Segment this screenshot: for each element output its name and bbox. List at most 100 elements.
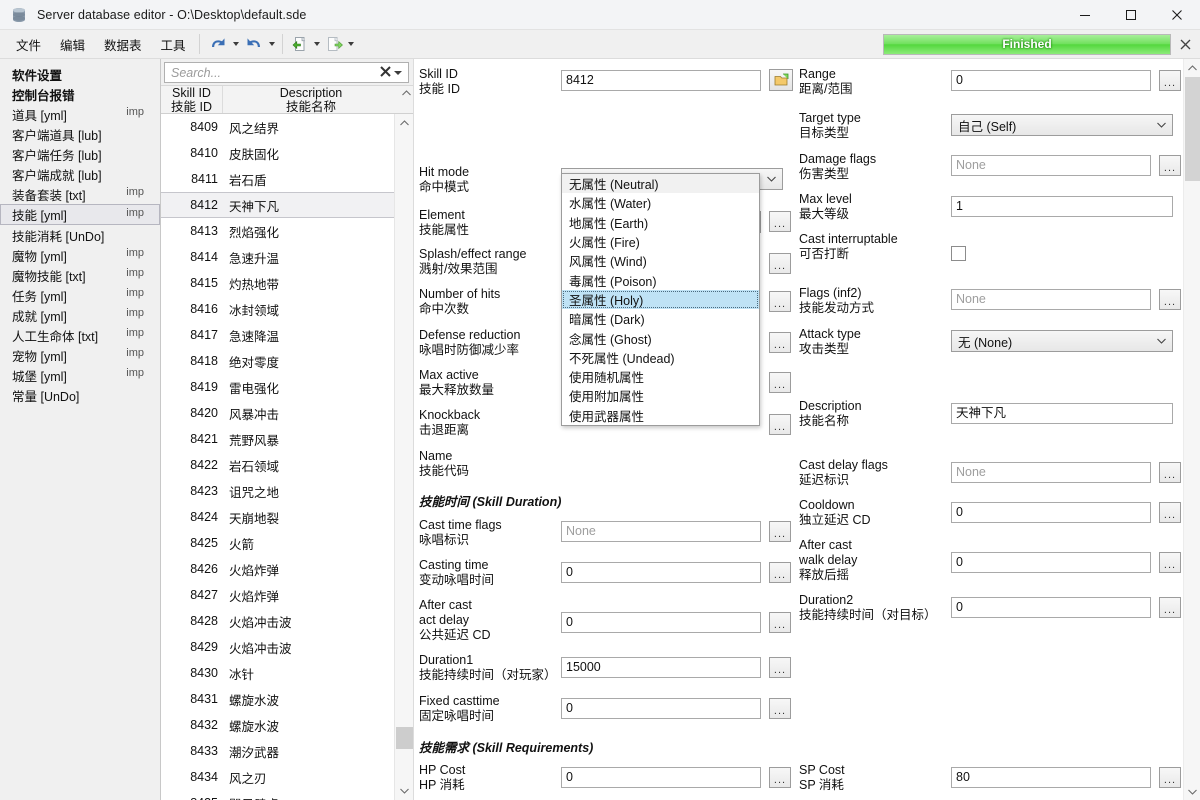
input-casting-time[interactable]: 0 — [561, 562, 761, 583]
menu-edit[interactable]: 编辑 — [52, 31, 93, 58]
list-scrollbar[interactable] — [394, 114, 413, 800]
table-row[interactable]: 8434风之刃 — [161, 764, 394, 790]
list-body[interactable]: 8409风之结界8410皮肤固化8411岩石盾8412天神下凡8413烈焰强化8… — [161, 114, 394, 800]
cooldown-browse-button[interactable]: ... — [1159, 502, 1181, 523]
after-cast-act-delay-browse-button[interactable]: ... — [769, 612, 791, 633]
dropdown-option-7[interactable]: 暗属性 (Dark) — [562, 309, 759, 328]
table-row[interactable]: 8413烈焰强化 — [161, 218, 394, 244]
input-after-cast-act-delay[interactable]: 0 — [561, 612, 761, 633]
maximize-button[interactable] — [1108, 0, 1154, 30]
table-row[interactable]: 8423诅咒之地 — [161, 478, 394, 504]
table-row[interactable]: 8425火箭 — [161, 530, 394, 556]
casting-time-browse-button[interactable]: ... — [769, 562, 791, 583]
cast-time-flags-browse-button[interactable]: ... — [769, 521, 791, 542]
combo-attack-type[interactable]: 无 (None) — [951, 330, 1173, 352]
sidebar-item-13[interactable]: 人工生命体 [txt]imp — [0, 325, 160, 345]
table-row[interactable]: 8430冰针 — [161, 660, 394, 686]
defense-reduction-browse-button[interactable]: ... — [769, 332, 791, 353]
dropdown-option-5[interactable]: 毒属性 (Poison) — [562, 270, 759, 289]
input-duration1[interactable]: 15000 — [561, 657, 761, 678]
input-after-cast-walk-delay[interactable]: 0 — [951, 552, 1151, 573]
import-icon[interactable] — [288, 31, 312, 57]
table-row[interactable]: 8421荒野风暴 — [161, 426, 394, 452]
export-chevron-down-icon[interactable] — [346, 42, 356, 46]
export-icon[interactable] — [322, 31, 346, 57]
table-row[interactable]: 8409风之结界 — [161, 114, 394, 140]
list-scrollbar-thumb[interactable] — [396, 727, 413, 749]
table-row[interactable]: 8418绝对零度 — [161, 348, 394, 374]
dropdown-option-4[interactable]: 风属性 (Wind) — [562, 251, 759, 270]
scroll-up-icon[interactable] — [395, 114, 414, 132]
flags-inf2-browse-button[interactable]: ... — [1159, 289, 1181, 310]
detail-scroll-up-icon[interactable] — [1184, 59, 1200, 76]
sidebar-item-16[interactable]: 常量 [UnDo] — [0, 385, 160, 405]
minimize-button[interactable] — [1062, 0, 1108, 30]
table-row[interactable]: 8433潮汐武器 — [161, 738, 394, 764]
table-row[interactable]: 8431螺旋水波 — [161, 686, 394, 712]
clear-x-icon[interactable] — [378, 66, 392, 80]
column-header-description[interactable]: Description 技能名称 — [223, 86, 399, 113]
table-row[interactable]: 8427火焰炸弹 — [161, 582, 394, 608]
close-button[interactable] — [1154, 0, 1200, 30]
input-flags-inf2[interactable]: None — [951, 289, 1151, 310]
detail-scrollbar-thumb[interactable] — [1185, 77, 1200, 181]
sidebar-item-12[interactable]: 成就 [yml]imp — [0, 305, 160, 325]
sidebar-item-3[interactable]: 客户端道具 [lub] — [0, 124, 160, 144]
table-row[interactable]: 8429火焰冲击波 — [161, 634, 394, 660]
dropdown-option-12[interactable]: 使用武器属性 — [562, 406, 759, 425]
detail-scroll-down-icon[interactable] — [1184, 783, 1200, 800]
table-row[interactable]: 8416冰封领域 — [161, 296, 394, 322]
input-hp-cost[interactable]: 0 — [561, 767, 761, 788]
element-browse-button[interactable]: ... — [769, 211, 791, 232]
sidebar-item-7[interactable]: 技能 [yml]imp — [0, 204, 160, 225]
open-icon[interactable] — [769, 69, 793, 91]
damage-flags-browse-button[interactable]: ... — [1159, 155, 1181, 176]
table-row[interactable]: 8412天神下凡 — [161, 192, 394, 218]
input-skill-id[interactable]: 8412 — [561, 70, 761, 91]
number-of-hits-browse-button[interactable]: ... — [769, 291, 791, 312]
sidebar-item-0[interactable]: 软件设置 — [0, 64, 160, 84]
sidebar-item-14[interactable]: 宠物 [yml]imp — [0, 345, 160, 365]
sidebar-item-2[interactable]: 道具 [yml]imp — [0, 104, 160, 124]
duration2-browse-button[interactable]: ... — [1159, 597, 1181, 618]
menu-datatable[interactable]: 数据表 — [96, 31, 150, 58]
table-row[interactable]: 8414急速升温 — [161, 244, 394, 270]
cast-delay-flags-browse-button[interactable]: ... — [1159, 462, 1181, 483]
table-row[interactable]: 8411岩石盾 — [161, 166, 394, 192]
input-cooldown[interactable]: 0 — [951, 502, 1151, 523]
undo-icon[interactable] — [205, 31, 231, 57]
dropdown-option-9[interactable]: 不死属性 (Undead) — [562, 348, 759, 367]
table-row[interactable]: 8424天崩地裂 — [161, 504, 394, 530]
input-range[interactable]: 0 — [951, 70, 1151, 91]
input-max-level[interactable]: 1 — [951, 196, 1173, 217]
table-row[interactable]: 8417急速降温 — [161, 322, 394, 348]
sidebar-item-10[interactable]: 魔物技能 [txt]imp — [0, 265, 160, 285]
import-chevron-down-icon[interactable] — [312, 42, 322, 46]
input-sp-cost[interactable]: 80 — [951, 767, 1151, 788]
sidebar-item-8[interactable]: 技能消耗 [UnDo] — [0, 225, 160, 245]
sidebar-item-6[interactable]: 装备套装 [txt]imp — [0, 184, 160, 204]
redo-chevron-down-icon[interactable] — [267, 42, 277, 46]
max-active-browse-button[interactable]: ... — [769, 372, 791, 393]
dropdown-option-2[interactable]: 地属性 (Earth) — [562, 213, 759, 232]
range-browse-button[interactable]: ... — [1159, 70, 1181, 91]
undo-chevron-down-icon[interactable] — [231, 42, 241, 46]
sidebar-item-11[interactable]: 任务 [yml]imp — [0, 285, 160, 305]
input-fixed-casttime[interactable]: 0 — [561, 698, 761, 719]
table-row[interactable]: 8410皮肤固化 — [161, 140, 394, 166]
table-row[interactable]: 8432螺旋水波 — [161, 712, 394, 738]
menu-file[interactable]: 文件 — [8, 31, 49, 58]
after-cast-walk-delay-browse-button[interactable]: ... — [1159, 552, 1181, 573]
input-damage-flags[interactable]: None — [951, 155, 1151, 176]
redo-icon[interactable] — [241, 31, 267, 57]
table-row[interactable]: 8428火焰冲击波 — [161, 608, 394, 634]
sidebar-item-5[interactable]: 客户端成就 [lub] — [0, 164, 160, 184]
dropdown-option-11[interactable]: 使用附加属性 — [562, 386, 759, 405]
element-dropdown-list[interactable]: 无属性 (Neutral)水属性 (Water)地属性 (Earth)火属性 (… — [561, 173, 760, 426]
table-row[interactable]: 8415灼热地带 — [161, 270, 394, 296]
table-row[interactable]: 8435飓风肆虐 — [161, 790, 394, 800]
sidebar-item-1[interactable]: 控制台报错 — [0, 84, 160, 104]
combo-target-type[interactable]: 自己 (Self) — [951, 114, 1173, 136]
progress-close-button[interactable] — [1174, 33, 1196, 56]
scroll-down-icon[interactable] — [395, 782, 414, 800]
